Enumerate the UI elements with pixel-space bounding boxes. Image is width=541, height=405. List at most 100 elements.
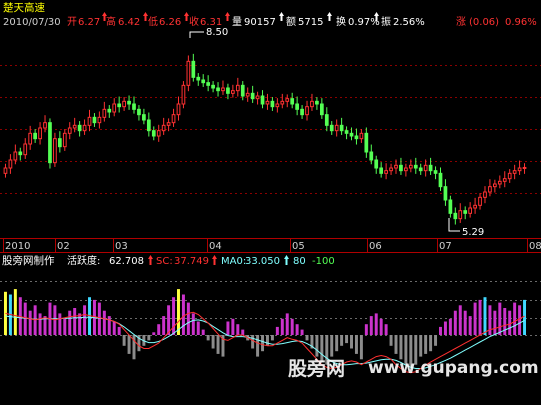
quote-date: 2010/07/30	[3, 17, 61, 28]
activity-bar	[478, 299, 482, 335]
activity-bar	[369, 316, 373, 335]
candle-body	[92, 116, 97, 124]
candle-body	[300, 108, 304, 116]
candle-body	[186, 60, 191, 86]
candle-body	[512, 170, 517, 174]
time-tick-label: 02	[57, 241, 70, 252]
time-tick-label: 2010	[5, 241, 30, 252]
activity-bar	[285, 313, 289, 335]
time-tick-label: 07	[439, 241, 452, 252]
activity-bar	[518, 305, 522, 335]
candle-body	[97, 116, 102, 124]
candle-body	[53, 138, 57, 164]
candle-body	[3, 167, 8, 174]
activity-bar	[379, 318, 383, 335]
candle-body	[433, 170, 438, 174]
candle-body	[483, 191, 487, 198]
up-arrow-icon	[225, 12, 230, 21]
candle-body	[399, 164, 403, 172]
candle-body	[295, 103, 299, 110]
activity-bar	[112, 321, 116, 335]
candle-body	[428, 164, 433, 172]
activity-bar	[191, 313, 195, 335]
change-value: (0.06)	[469, 17, 499, 28]
activity-bar	[196, 321, 200, 335]
candle-body	[132, 103, 136, 110]
candle-body	[151, 130, 156, 137]
activity-bar	[275, 326, 279, 335]
candle-body	[522, 166, 527, 169]
activity-bar	[122, 335, 126, 346]
candle-body	[463, 210, 468, 214]
candle-body	[72, 124, 77, 129]
activity-bar	[251, 335, 255, 349]
activity-bar	[231, 318, 235, 335]
candle-body	[369, 151, 374, 161]
candle-body	[448, 199, 453, 214]
high-label: 高	[106, 15, 116, 28]
activity-bar	[354, 335, 358, 354]
watermark-cn: 股旁网	[288, 357, 345, 380]
activity-bar	[78, 313, 82, 335]
candle-body	[250, 92, 255, 100]
activity-bar	[389, 335, 393, 346]
activity-bar	[38, 313, 42, 335]
activity-bar	[419, 335, 423, 357]
activity-bar	[157, 324, 161, 335]
candle-body	[413, 164, 418, 169]
amplitude-label: 振	[381, 15, 391, 28]
candle-body	[497, 180, 502, 185]
candle-body	[235, 84, 240, 92]
change-pct: 0.96%	[505, 17, 537, 28]
candle-body	[349, 132, 354, 137]
sc-value: 37.749	[174, 256, 209, 267]
activity-bar	[434, 335, 438, 346]
candle-body	[488, 186, 492, 193]
stock-chart: 楚天高速 2010/07/30 开 6.27 高 6.42 低 6.26 收 6…	[0, 1, 541, 380]
activity-bar	[359, 335, 363, 360]
activity-bar	[300, 329, 304, 335]
candle-body	[443, 186, 448, 201]
candle-body	[260, 95, 265, 105]
candlestick-series	[3, 53, 527, 225]
low-annotation-label: 5.29	[462, 227, 484, 238]
change-label: 涨	[456, 16, 466, 28]
candle-body	[226, 87, 230, 94]
candle-body	[310, 100, 314, 108]
candle-body	[468, 207, 473, 214]
activity-bar	[236, 324, 240, 335]
candle-body	[107, 108, 112, 113]
activity-bar	[295, 324, 299, 335]
up-arrow-icon	[327, 12, 332, 21]
volume-label: 量	[232, 16, 242, 28]
candle-body	[191, 60, 196, 78]
candle-body	[423, 164, 428, 172]
activity-bar	[345, 335, 349, 344]
ma-value: 33.050	[245, 256, 280, 267]
candle-body	[319, 103, 324, 116]
activity-bar	[439, 326, 442, 335]
candle-body	[13, 151, 18, 161]
candle-body	[364, 132, 369, 153]
candle-body	[117, 103, 122, 108]
activity-bar	[399, 335, 403, 360]
candle-body	[156, 130, 161, 137]
candle-body	[389, 167, 393, 172]
turnover-value: 0.97%	[348, 17, 380, 28]
candle-body	[394, 164, 398, 169]
time-tick-label: 05	[292, 241, 305, 252]
activity-label: 活跃度:	[67, 254, 100, 267]
candle-body	[38, 127, 42, 140]
up-arrow-icon	[284, 255, 289, 265]
activity-bar	[206, 335, 210, 341]
activity-bar	[523, 299, 527, 335]
activity-bar	[443, 321, 447, 335]
candle-body	[290, 98, 295, 105]
candle-body	[28, 132, 33, 145]
candle-body	[324, 114, 329, 126]
candle-body	[493, 183, 497, 188]
candle-body	[344, 130, 349, 134]
activity-value: 62.708	[109, 256, 144, 267]
activity-bar	[102, 310, 106, 335]
time-tick-label: 04	[209, 241, 222, 252]
